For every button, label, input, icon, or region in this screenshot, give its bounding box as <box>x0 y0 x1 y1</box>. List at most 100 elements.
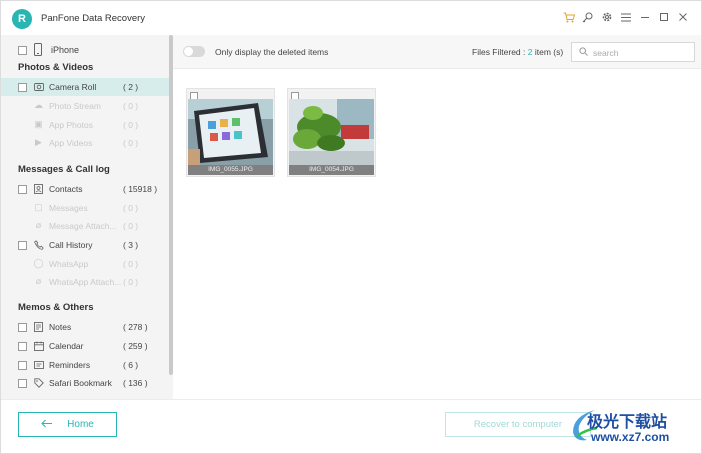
app-logo-icon: R <box>12 9 32 29</box>
sidebar-item-app-videos: ▶ App Videos ( 0 ) <box>1 134 169 152</box>
arrow-left-icon <box>41 419 53 431</box>
sidebar-item-label: Reminders <box>49 360 91 370</box>
image-icon: ▣ <box>34 119 43 129</box>
home-button[interactable]: Home <box>18 412 117 437</box>
sidebar-item-call-history[interactable]: Call History ( 3 ) <box>1 236 169 254</box>
message-icon: ▢ <box>34 202 43 212</box>
sidebar-item-count: ( 0 ) <box>123 277 139 287</box>
maximize-icon[interactable] <box>657 10 670 24</box>
attachment-icon: ⌀ <box>35 220 42 230</box>
sidebar-item-label: Contacts <box>49 184 83 194</box>
sidebar-item-safari-bookmark[interactable]: Safari Bookmark ( 136 ) <box>1 374 169 392</box>
title-bar: R PanFone Data Recovery <box>1 1 701 35</box>
photo-thumbnail[interactable]: IMG_0055.JPG <box>186 88 275 177</box>
search-icon <box>579 47 588 58</box>
close-icon[interactable] <box>676 10 689 24</box>
sidebar-item-message-attachments: ⌀ Message Attach... ( 0 ) <box>1 217 169 235</box>
watermark-url: www.xz7.com <box>591 430 670 444</box>
toggle-knob <box>184 47 193 56</box>
gear-icon[interactable] <box>600 10 613 24</box>
sidebar-item-label: Safari Bookmark <box>49 378 112 388</box>
sidebar-item-label: WhatsApp Attach... <box>49 277 122 287</box>
checkbox[interactable] <box>18 342 27 351</box>
checkbox[interactable] <box>18 185 27 194</box>
sidebar-item-label: Camera Roll <box>49 82 97 92</box>
sidebar: iPhone Photos & Videos Camera Roll ( 2 )… <box>1 35 173 399</box>
deleted-only-toggle[interactable] <box>183 46 205 57</box>
section-title-photos: Photos & Videos <box>18 62 94 73</box>
sidebar-item-label: Call History <box>49 240 93 250</box>
sidebar-item-count: ( 0 ) <box>123 120 139 130</box>
sidebar-item-count: ( 0 ) <box>123 259 139 269</box>
sidebar-item-label: Message Attach... <box>49 221 117 231</box>
device-checkbox[interactable] <box>18 46 27 55</box>
camera-icon <box>33 81 44 92</box>
section-title-memos: Memos & Others <box>18 302 94 313</box>
sidebar-item-calendar[interactable]: Calendar ( 259 ) <box>1 337 169 355</box>
home-button-label: Home <box>67 419 94 430</box>
menu-icon[interactable] <box>619 10 632 24</box>
photo-image <box>289 99 374 165</box>
search-input[interactable] <box>593 46 689 59</box>
checkbox[interactable] <box>18 241 27 250</box>
sidebar-item-app-photos: ▣ App Photos ( 0 ) <box>1 116 169 134</box>
key-icon[interactable] <box>581 10 594 24</box>
title-bar-controls <box>562 10 689 24</box>
sidebar-item-count: ( 2 ) <box>123 82 139 92</box>
sidebar-item-whatsapp: ◯ WhatsApp ( 0 ) <box>1 255 169 273</box>
cart-icon[interactable] <box>562 10 575 24</box>
sidebar-item-count: ( 3 ) <box>123 240 139 250</box>
sidebar-item-notes[interactable]: Notes ( 278 ) <box>1 318 169 336</box>
sidebar-item-count: ( 0 ) <box>123 221 139 231</box>
search-box[interactable] <box>571 42 695 62</box>
video-icon: ▶ <box>35 137 42 147</box>
sidebar-item-camera-roll[interactable]: Camera Roll ( 2 ) <box>1 78 169 96</box>
checkbox[interactable] <box>18 361 27 370</box>
sidebar-item-count: ( 259 ) <box>123 341 148 351</box>
sidebar-item-count: ( 136 ) <box>123 378 148 388</box>
phone-device-icon <box>34 43 42 58</box>
checkbox[interactable] <box>18 379 27 388</box>
sidebar-item-label: Calendar <box>49 341 84 351</box>
bottom-bar: Home Recover to computer 极光下载站 www.xz7.c… <box>1 399 701 453</box>
phone-icon <box>33 239 44 250</box>
device-name: iPhone <box>51 45 80 55</box>
toggle-label: Only display the deleted items <box>215 47 329 57</box>
sidebar-item-label: Messages <box>49 203 88 213</box>
attachment-icon: ⌀ <box>35 276 42 286</box>
app-window: R PanFone Data Recovery iPhone Photos & … <box>0 0 702 454</box>
sidebar-item-count: ( 0 ) <box>123 203 139 213</box>
whatsapp-icon: ◯ <box>33 258 44 268</box>
contacts-icon <box>33 183 44 194</box>
minimize-icon[interactable] <box>638 10 651 24</box>
watermark-logo: 极光下载站 www.xz7.com <box>569 404 693 450</box>
sidebar-item-count: ( 15918 ) <box>123 184 158 194</box>
sidebar-item-messages: ▢ Messages ( 0 ) <box>1 199 169 217</box>
sidebar-item-count: ( 0 ) <box>123 101 139 111</box>
bookmark-icon <box>33 377 44 388</box>
photo-caption: IMG_0055.JPG <box>188 165 273 175</box>
photo-image <box>188 99 273 165</box>
checkbox[interactable] <box>18 83 27 92</box>
checkbox[interactable] <box>18 323 27 332</box>
filtered-prefix: Files Filtered : <box>472 47 528 57</box>
sidebar-item-contacts[interactable]: Contacts ( 15918 ) <box>1 180 169 198</box>
sidebar-item-label: WhatsApp <box>49 259 89 269</box>
photo-grid: IMG_0055.JPG IMG_0054.JPG <box>173 69 701 399</box>
sidebar-item-count: ( 0 ) <box>123 138 139 148</box>
sidebar-item-photo-stream: ☁ Photo Stream ( 0 ) <box>1 97 169 115</box>
toolbar: Only display the deleted items Files Fil… <box>173 35 701 69</box>
sidebar-item-label: Notes <box>49 322 72 332</box>
notes-icon <box>33 321 44 332</box>
calendar-icon <box>33 340 44 351</box>
files-filtered-status: Files Filtered : 2 item (s) <box>472 47 563 57</box>
photo-thumbnail[interactable]: IMG_0054.JPG <box>287 88 376 177</box>
reminders-icon <box>33 359 44 370</box>
sidebar-item-reminders[interactable]: Reminders ( 6 ) <box>1 356 169 374</box>
sidebar-item-label: Photo Stream <box>49 101 101 111</box>
filtered-suffix: item (s) <box>532 47 564 57</box>
app-title: PanFone Data Recovery <box>41 13 146 24</box>
sidebar-item-whatsapp-attachments: ⌀ WhatsApp Attach... ( 0 ) <box>1 273 169 291</box>
photo-caption: IMG_0054.JPG <box>289 165 374 175</box>
section-title-messages: Messages & Call log <box>18 164 110 175</box>
